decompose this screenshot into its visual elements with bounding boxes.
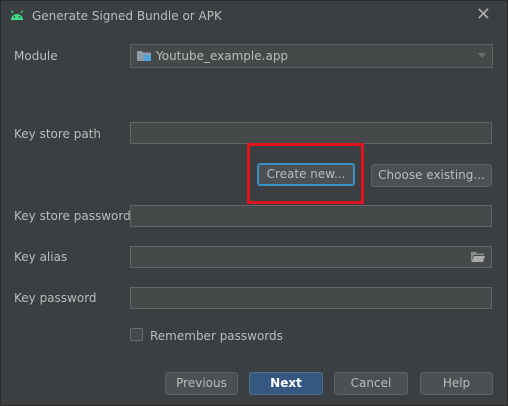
- title-bar: Generate Signed Bundle or APK ✕: [1, 1, 507, 31]
- previous-button[interactable]: Previous: [165, 372, 238, 395]
- generate-signed-bundle-dialog: Generate Signed Bundle or APK ✕ Module Y…: [0, 0, 508, 406]
- cancel-button[interactable]: Cancel: [334, 372, 408, 395]
- close-icon[interactable]: ✕: [476, 5, 491, 25]
- remember-passwords-checkbox[interactable]: [130, 328, 143, 341]
- key-password-field[interactable]: [130, 287, 492, 309]
- keystore-password-field[interactable]: [130, 205, 492, 227]
- keystore-password-label: Key store password: [14, 209, 131, 223]
- keystore-path-field[interactable]: [130, 122, 492, 144]
- chevron-down-icon[interactable]: [478, 53, 486, 58]
- choose-existing-button[interactable]: Choose existing...: [371, 164, 492, 187]
- module-select[interactable]: Youtube_example.app: [130, 44, 493, 68]
- android-icon: [10, 10, 24, 20]
- key-password-label: Key password: [14, 291, 97, 305]
- key-alias-field[interactable]: [130, 246, 492, 268]
- help-button[interactable]: Help: [420, 372, 493, 395]
- module-label: Module: [14, 49, 58, 63]
- window-title: Generate Signed Bundle or APK: [32, 9, 222, 23]
- remember-passwords-label[interactable]: Remember passwords: [150, 329, 283, 343]
- highlight-annotation: [247, 143, 364, 204]
- keystore-path-label: Key store path: [14, 127, 102, 141]
- folder-open-icon[interactable]: [471, 251, 485, 262]
- folder-icon: [137, 51, 151, 61]
- module-value: Youtube_example.app: [156, 49, 289, 63]
- next-button[interactable]: Next: [249, 372, 323, 395]
- key-alias-label: Key alias: [14, 250, 68, 264]
